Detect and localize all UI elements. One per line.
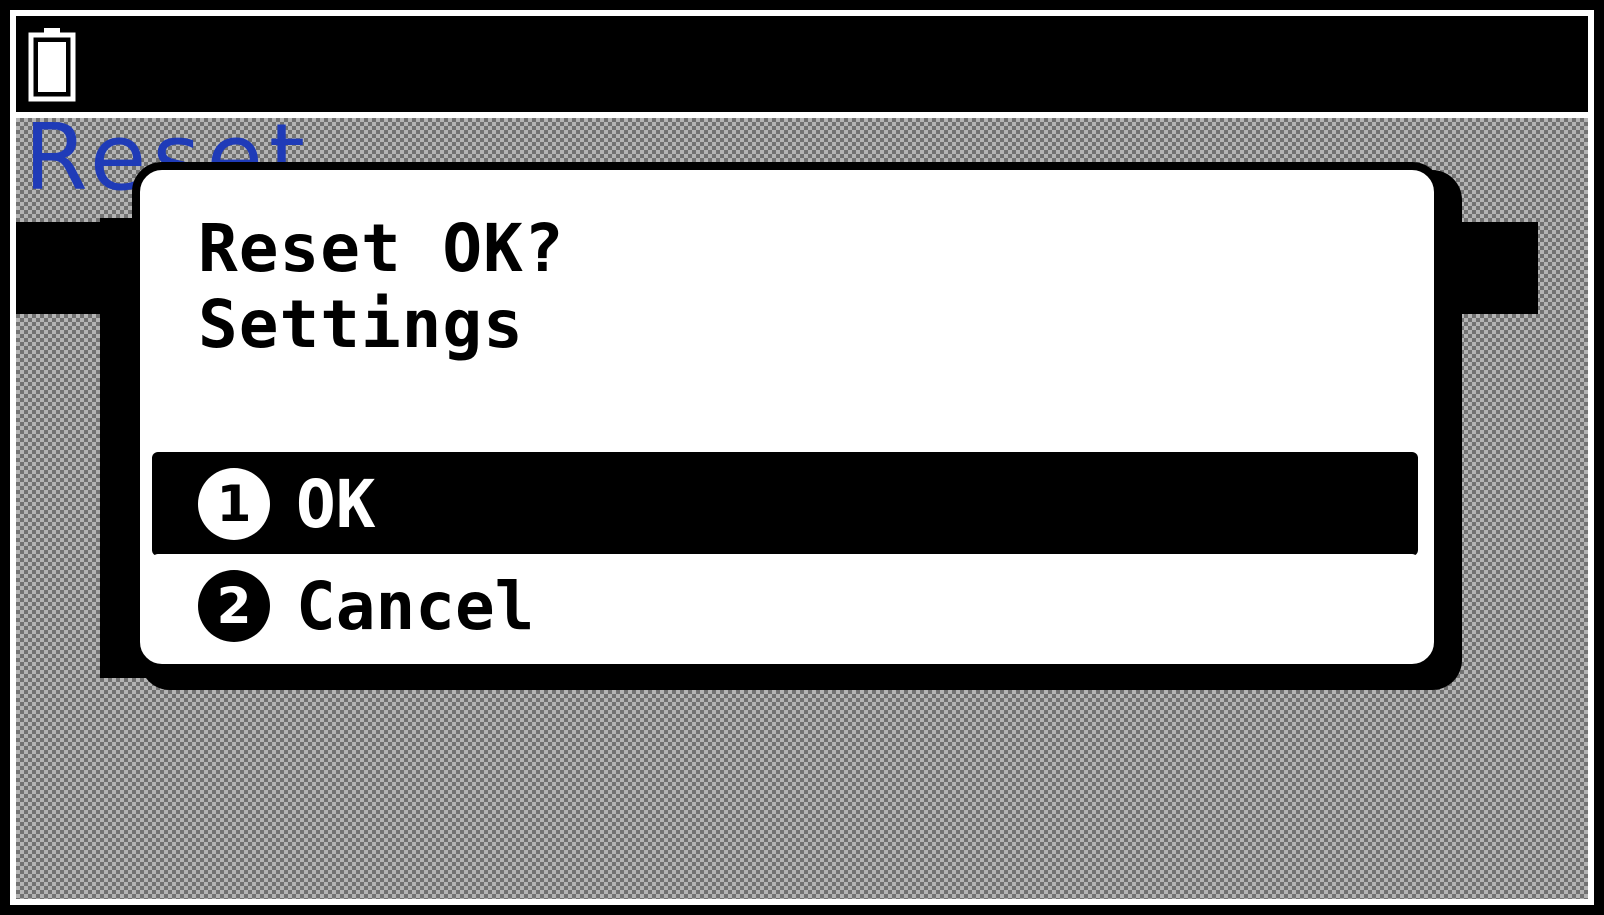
number-2-icon: 2 bbox=[198, 570, 270, 642]
battery-icon bbox=[28, 28, 76, 102]
ok-option-label: OK bbox=[296, 465, 376, 543]
ok-option[interactable]: 1 OK bbox=[152, 452, 1418, 556]
cancel-option[interactable]: 2 Cancel bbox=[152, 554, 1418, 658]
reset-confirm-dialog: Reset OK? Settings 1 OK 2 Cancel bbox=[132, 162, 1442, 672]
status-bar bbox=[16, 16, 1588, 112]
dialog-message-line-2: Settings bbox=[198, 286, 524, 363]
number-1-icon: 1 bbox=[198, 468, 270, 540]
calculator-screen: Reset Reset OK? Settings 1 OK 2 Cancel bbox=[10, 10, 1594, 905]
cancel-option-label: Cancel bbox=[296, 567, 535, 645]
dialog-message-line-1: Reset OK? bbox=[198, 210, 565, 287]
